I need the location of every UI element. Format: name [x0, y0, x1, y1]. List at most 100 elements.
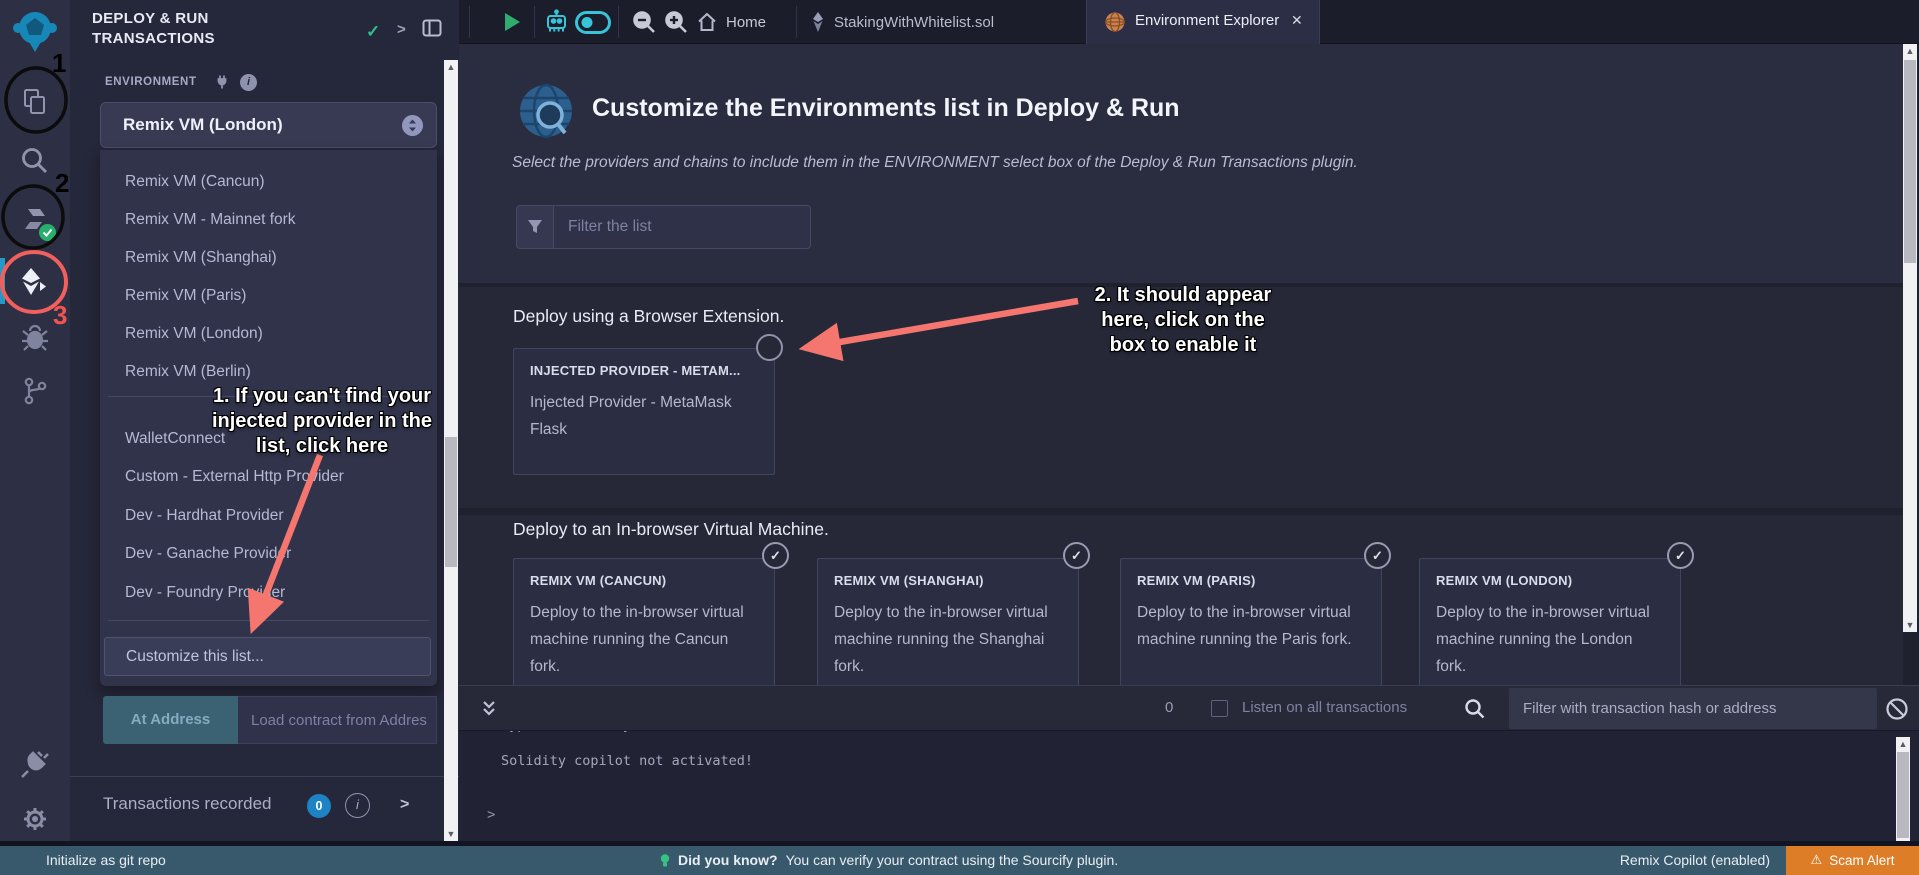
environment-label: ENVIRONMENT	[105, 76, 197, 88]
scam-alert-label: Scam Alert	[1829, 853, 1894, 868]
tab-home[interactable]: Home	[697, 12, 766, 32]
file-explorer-icon[interactable]	[0, 86, 70, 118]
provider-checkbox-checked[interactable]: ✓	[1364, 542, 1391, 569]
remix-logo-icon	[12, 8, 58, 56]
provider-card-remix-vm-london[interactable]: REMIX VM (LONDON) Deploy to the in-brows…	[1419, 558, 1681, 685]
card-title: INJECTED PROVIDER - METAM...	[530, 363, 745, 378]
toolbar-divider	[796, 6, 797, 38]
settings-gear-icon[interactable]	[0, 804, 70, 834]
card-description: Deploy to the in-browser virtual machine…	[834, 599, 1059, 680]
provider-checkbox-checked[interactable]: ✓	[762, 542, 789, 569]
zoom-in-icon[interactable]	[663, 9, 689, 35]
at-address-input[interactable]	[238, 696, 437, 744]
env-info-icon[interactable]: i	[240, 74, 257, 91]
card-description: Deploy to the in-browser virtual machine…	[1436, 599, 1661, 680]
customize-list-item[interactable]: Customize this list...	[104, 637, 431, 676]
zoom-out-icon[interactable]	[631, 9, 657, 35]
env-option[interactable]: Remix VM (Paris)	[100, 277, 437, 315]
provider-checkbox-unchecked[interactable]	[756, 334, 783, 361]
init-git-repo-button[interactable]: Initialize as git repo	[46, 846, 166, 875]
card-description: Deploy to the in-browser virtual machine…	[1137, 599, 1362, 653]
provider-checkbox-checked[interactable]: ✓	[1063, 542, 1090, 569]
panel-divider	[70, 776, 459, 777]
listen-transactions-label: Listen on all transactions	[1242, 699, 1407, 716]
card-title: REMIX VM (CANCUN)	[530, 573, 666, 588]
run-script-play-icon[interactable]	[503, 12, 521, 32]
terminal-filter-input[interactable]	[1509, 688, 1877, 729]
scrollbar-thumb[interactable]	[1904, 60, 1916, 263]
env-option[interactable]: Dev - Hardhat Provider	[100, 497, 437, 535]
git-branch-icon[interactable]	[0, 376, 70, 406]
transactions-info-icon[interactable]: i	[345, 793, 370, 818]
env-plug-icon[interactable]	[214, 74, 230, 90]
home-icon	[697, 12, 717, 32]
pin-panel-icon[interactable]	[422, 19, 442, 37]
provider-card-remix-vm-shanghai[interactable]: REMIX VM (SHANGHAI) Deploy to the in-bro…	[817, 558, 1079, 685]
terminal-prompt: >	[487, 807, 495, 823]
ai-toggle-icon[interactable]	[575, 11, 611, 34]
tab-file[interactable]: StakingWithWhitelist.sol	[811, 12, 994, 32]
env-option[interactable]: Dev - Ganache Provider	[100, 535, 437, 573]
filter-list-input[interactable]	[554, 205, 811, 249]
transactions-count-badge: 0	[307, 794, 331, 818]
scrollbar-thumb[interactable]	[445, 437, 457, 567]
block-icon[interactable]	[1885, 697, 1909, 721]
env-option[interactable]: Remix VM (Cancun)	[100, 163, 437, 201]
environment-dropdown: Remix VM (Cancun) Remix VM - Mainnet for…	[100, 150, 437, 686]
terminal-search-icon[interactable]	[1464, 698, 1485, 719]
tip-bold: Did you know?	[678, 846, 778, 875]
bulb-icon	[660, 854, 670, 868]
panel-chevron-icon[interactable]: >	[397, 21, 406, 38]
env-option[interactable]: Remix VM (Berlin)	[100, 353, 437, 391]
remix-ai-robot-icon[interactable]	[543, 9, 570, 36]
env-option[interactable]: Remix VM - Mainnet fork	[100, 201, 437, 239]
listen-transactions-checkbox[interactable]	[1211, 700, 1228, 717]
env-option[interactable]: Custom - External Http Provider	[100, 458, 437, 496]
plugin-manager-icon[interactable]	[0, 748, 70, 780]
scrollbar-thumb[interactable]	[1897, 752, 1909, 838]
tab-environment-explorer[interactable]: Environment Explorer ✕	[1086, 0, 1320, 44]
scroll-up-arrow[interactable]: ▲	[1896, 737, 1910, 751]
tab-home-label: Home	[726, 14, 766, 31]
provider-card-injected-metamask[interactable]: INJECTED PROVIDER - METAM... Injected Pr…	[513, 348, 775, 475]
terminal-scrollbar[interactable]: ▲	[1896, 737, 1910, 846]
scroll-down-arrow[interactable]: ▼	[444, 827, 458, 841]
transactions-recorded-label: Transactions recorded	[103, 794, 272, 814]
provider-card-remix-vm-cancun[interactable]: REMIX VM (CANCUN) Deploy to the in-brows…	[513, 558, 775, 685]
debugger-icon[interactable]	[0, 323, 70, 353]
tab-file-label: StakingWithWhitelist.sol	[834, 14, 994, 31]
solidity-icon	[811, 12, 825, 32]
environment-explorer-view: Customize the Environments list in Deplo…	[459, 44, 1919, 685]
env-option[interactable]: WalletConnect	[100, 420, 437, 458]
provider-checkbox-checked[interactable]: ✓	[1667, 542, 1694, 569]
env-option[interactable]: Remix VM (Shanghai)	[100, 239, 437, 277]
panel-title: DEPLOY & RUN TRANSACTIONS	[92, 9, 327, 50]
section-title: Deploy to an In-browser Virtual Machine.	[513, 519, 829, 540]
terminal-toolbar: 0 Listen on all transactions	[459, 685, 1919, 731]
search-icon[interactable]	[0, 145, 70, 177]
scroll-down-arrow[interactable]: ▼	[1903, 618, 1917, 632]
panel-check-icon: ✓	[366, 22, 380, 42]
scroll-up-arrow[interactable]: ▲	[444, 60, 458, 74]
panel-scrollbar[interactable]: ▲ ▼	[444, 60, 458, 841]
close-tab-icon[interactable]: ✕	[1291, 12, 1303, 29]
remix-logo[interactable]	[0, 8, 70, 56]
dropdown-divider	[108, 620, 429, 621]
main-scrollbar[interactable]: ▲ ▼	[1903, 44, 1917, 632]
env-option[interactable]: Remix VM (London)	[100, 315, 437, 353]
collapse-terminal-icon[interactable]	[481, 700, 497, 718]
transactions-expand-icon[interactable]: >	[400, 796, 409, 814]
scam-alert-button[interactable]: ⚠ Scam Alert	[1786, 846, 1919, 875]
copilot-status[interactable]: Remix Copilot (enabled)	[1620, 846, 1770, 875]
deploy-run-icon[interactable]	[0, 266, 70, 298]
at-address-button[interactable]: At Address	[103, 696, 238, 744]
card-description: Deploy to the in-browser virtual machine…	[530, 599, 755, 680]
environment-select[interactable]: Remix VM (London)	[100, 102, 437, 148]
tab-active-label: Environment Explorer	[1135, 12, 1279, 29]
globe-icon	[1104, 11, 1126, 33]
scroll-up-arrow[interactable]: ▲	[1903, 44, 1917, 58]
card-title: REMIX VM (SHANGHAI)	[834, 573, 984, 588]
env-option[interactable]: Dev - Foundry Provider	[100, 574, 437, 612]
provider-card-remix-vm-paris[interactable]: REMIX VM (PARIS) Deploy to the in-browse…	[1120, 558, 1382, 685]
transaction-count: 0	[1165, 699, 1173, 716]
